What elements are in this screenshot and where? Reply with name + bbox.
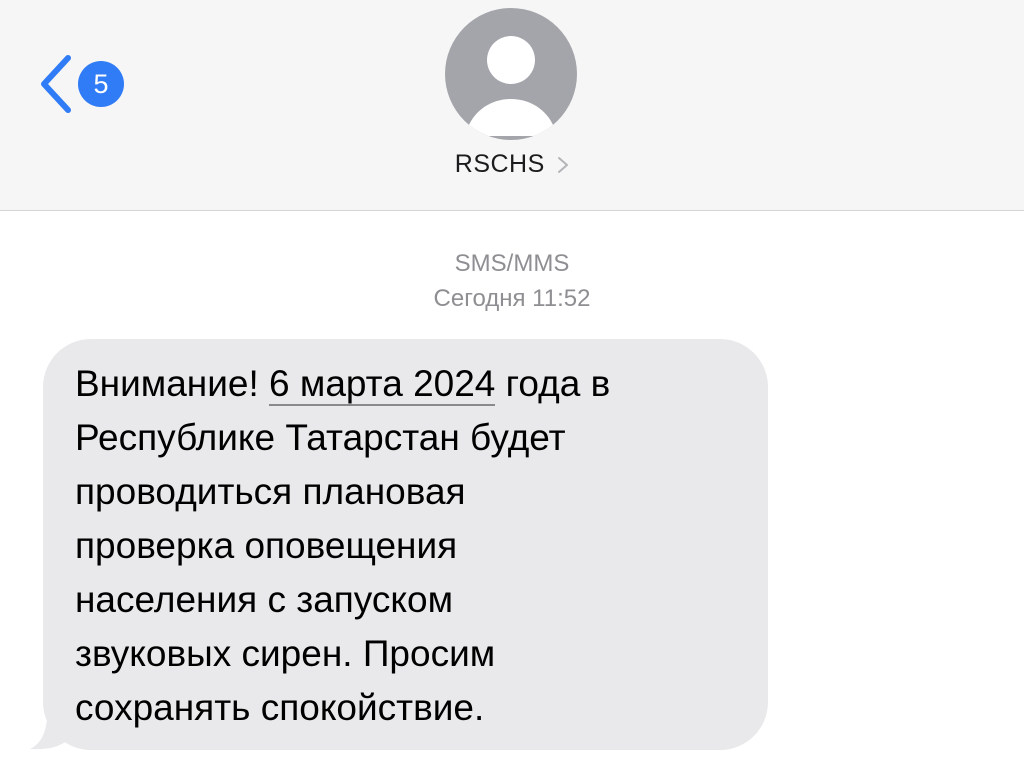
message-text: Внимание! 6 марта 2024 года в Республике…	[75, 357, 755, 735]
unread-count-badge: 5	[78, 61, 124, 107]
chevron-right-icon	[558, 156, 569, 173]
message-meta: SMS/MMS Сегодня 11:52	[0, 246, 1024, 316]
back-button[interactable]: 5	[38, 52, 124, 116]
message-text-end: года в Республике Татарстан будет провод…	[75, 363, 611, 728]
navigation-header: 5 RSCHS	[0, 0, 1024, 211]
service-label: SMS/MMS	[454, 250, 570, 277]
message-timestamp: Сегодня 11:52	[433, 285, 591, 312]
date-link[interactable]: 6 марта 2024	[269, 363, 496, 406]
message-text-start: Внимание!	[75, 363, 270, 404]
message-bubble[interactable]: Внимание! 6 марта 2024 года в Республике…	[43, 339, 768, 750]
contact-avatar[interactable]	[445, 8, 577, 140]
chevron-left-icon	[41, 55, 71, 113]
contact-name: RSCHS	[454, 150, 545, 178]
contact-name-button[interactable]: RSCHS	[0, 150, 1024, 179]
